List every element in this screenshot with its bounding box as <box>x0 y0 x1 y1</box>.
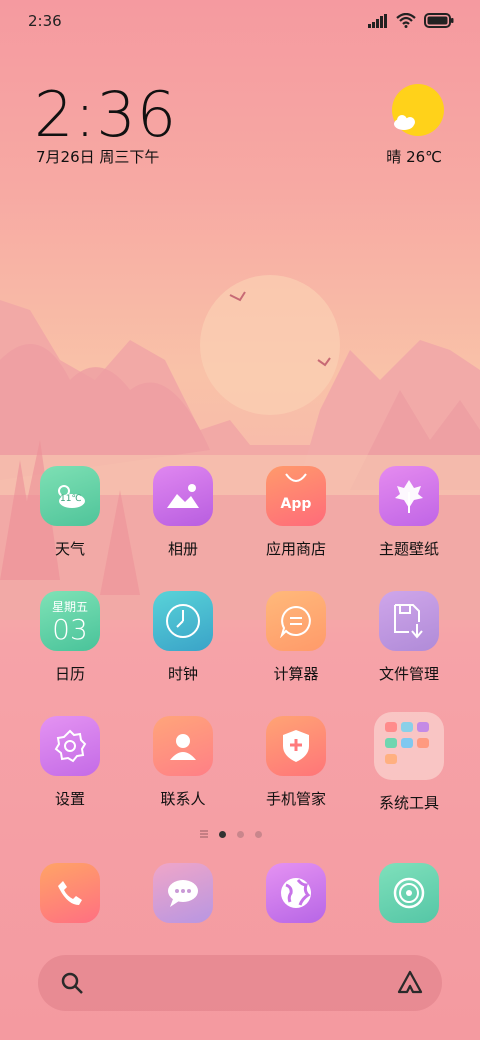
folder-apps-preview-icon <box>385 722 429 764</box>
app-folder-system-tools[interactable]: 系统工具 <box>369 712 449 813</box>
weather-text[interactable]: 晴 26℃ <box>386 146 442 167</box>
calendar-day: 03 <box>52 612 88 646</box>
bag-handle-icon <box>285 473 307 482</box>
search-bar[interactable] <box>38 955 442 1011</box>
app-label: 时钟 <box>167 665 198 683</box>
app-calendar[interactable]: 星期五 03 日历 <box>30 591 110 684</box>
signal-icon <box>368 13 387 28</box>
app-label: 日历 <box>54 665 85 683</box>
app-label: 计算器 <box>273 665 319 683</box>
file-manager-icon <box>379 591 439 651</box>
app-label: 联系人 <box>160 790 206 808</box>
app-security[interactable]: 手机管家 <box>256 716 336 809</box>
phone-icon <box>58 881 82 905</box>
clock-face-icon <box>166 604 200 638</box>
calendar-weekday: 星期五 <box>51 599 88 614</box>
mountain-photo-icon <box>167 484 199 508</box>
battery-icon <box>424 13 454 28</box>
page-dot[interactable] <box>255 830 262 838</box>
calculator-icon <box>266 591 326 651</box>
leaf-icon <box>395 480 423 513</box>
app-store-badge: App <box>280 496 312 512</box>
clock-icon <box>153 591 213 651</box>
page-indicator[interactable] <box>200 830 262 838</box>
menu-lines-icon[interactable] <box>200 830 208 838</box>
person-icon <box>170 734 196 760</box>
gear-icon <box>54 729 87 763</box>
messages-icon <box>168 880 198 907</box>
dock-phone[interactable] <box>40 863 100 923</box>
folder-icon <box>374 712 444 780</box>
app-weather[interactable]: 11℃ 天气 <box>30 466 110 559</box>
security-icon <box>266 716 326 776</box>
app-settings[interactable]: 设置 <box>30 716 110 809</box>
app-label: 应用商店 <box>265 540 326 558</box>
app-store-icon: App <box>266 466 326 526</box>
app-theme[interactable]: 主题壁纸 <box>369 466 449 559</box>
shield-plus-icon <box>283 730 309 762</box>
app-label: 系统工具 <box>378 794 439 812</box>
app-label: 主题壁纸 <box>378 540 439 558</box>
settings-icon <box>40 716 100 776</box>
wallpaper-scenery <box>0 275 480 620</box>
app-label: 天气 <box>54 540 85 558</box>
calendar-icon: 星期五 03 <box>40 591 100 651</box>
cloud-icon <box>394 115 415 130</box>
dock-music[interactable] <box>379 863 439 923</box>
app-label: 文件管理 <box>378 665 439 683</box>
status-icons <box>368 13 454 28</box>
gallery-icon <box>153 466 213 526</box>
app-label: 手机管家 <box>265 790 326 808</box>
weather-badge: 11℃ <box>60 494 82 504</box>
globe-icon <box>281 878 311 908</box>
app-contacts[interactable]: 联系人 <box>143 716 223 809</box>
file-save-icon <box>394 604 423 639</box>
status-bar: 2:36 <box>0 0 480 44</box>
page-dot[interactable] <box>219 830 226 838</box>
contacts-icon <box>153 716 213 776</box>
dock-browser[interactable] <box>266 863 326 923</box>
app-gallery[interactable]: 相册 <box>143 466 223 559</box>
page-dot[interactable] <box>237 830 244 838</box>
clock-time[interactable]: 2:36 <box>34 78 177 151</box>
dock-messages[interactable] <box>153 863 213 923</box>
weather-icon: 11℃ <box>40 466 100 526</box>
app-file-manager[interactable]: 文件管理 <box>369 591 449 684</box>
app-label: 相册 <box>167 540 198 558</box>
app-label: 设置 <box>54 790 85 808</box>
music-disc-icon <box>393 877 425 909</box>
app-calculator[interactable]: 计算器 <box>256 591 336 684</box>
equals-bubble-icon <box>280 605 311 638</box>
clock-date[interactable]: 7月26日 周三下午 <box>36 146 159 167</box>
theme-icon <box>379 466 439 526</box>
status-time: 2:36 <box>28 12 62 30</box>
assistant-icon[interactable] <box>396 969 424 997</box>
app-clock[interactable]: 时钟 <box>143 591 223 684</box>
app-store[interactable]: App 应用商店 <box>256 466 336 559</box>
wifi-icon <box>396 13 416 28</box>
search-icon[interactable] <box>60 971 84 995</box>
